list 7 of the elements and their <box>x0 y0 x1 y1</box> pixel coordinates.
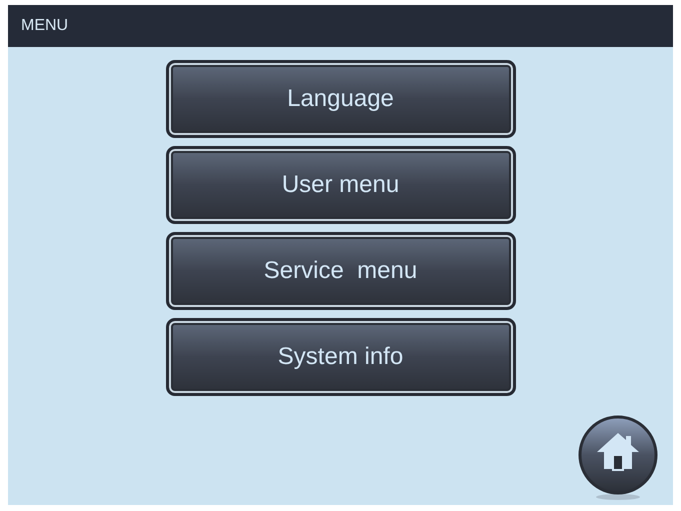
menu-button[interactable]: System info <box>166 318 516 396</box>
home-icon <box>577 415 659 501</box>
window-title: MENU <box>21 16 68 36</box>
home-button[interactable] <box>577 415 659 501</box>
menu-button[interactable]: User menu <box>166 146 516 224</box>
menu-button[interactable]: Service menu <box>166 232 516 310</box>
menu-button[interactable]: Language <box>166 60 516 138</box>
